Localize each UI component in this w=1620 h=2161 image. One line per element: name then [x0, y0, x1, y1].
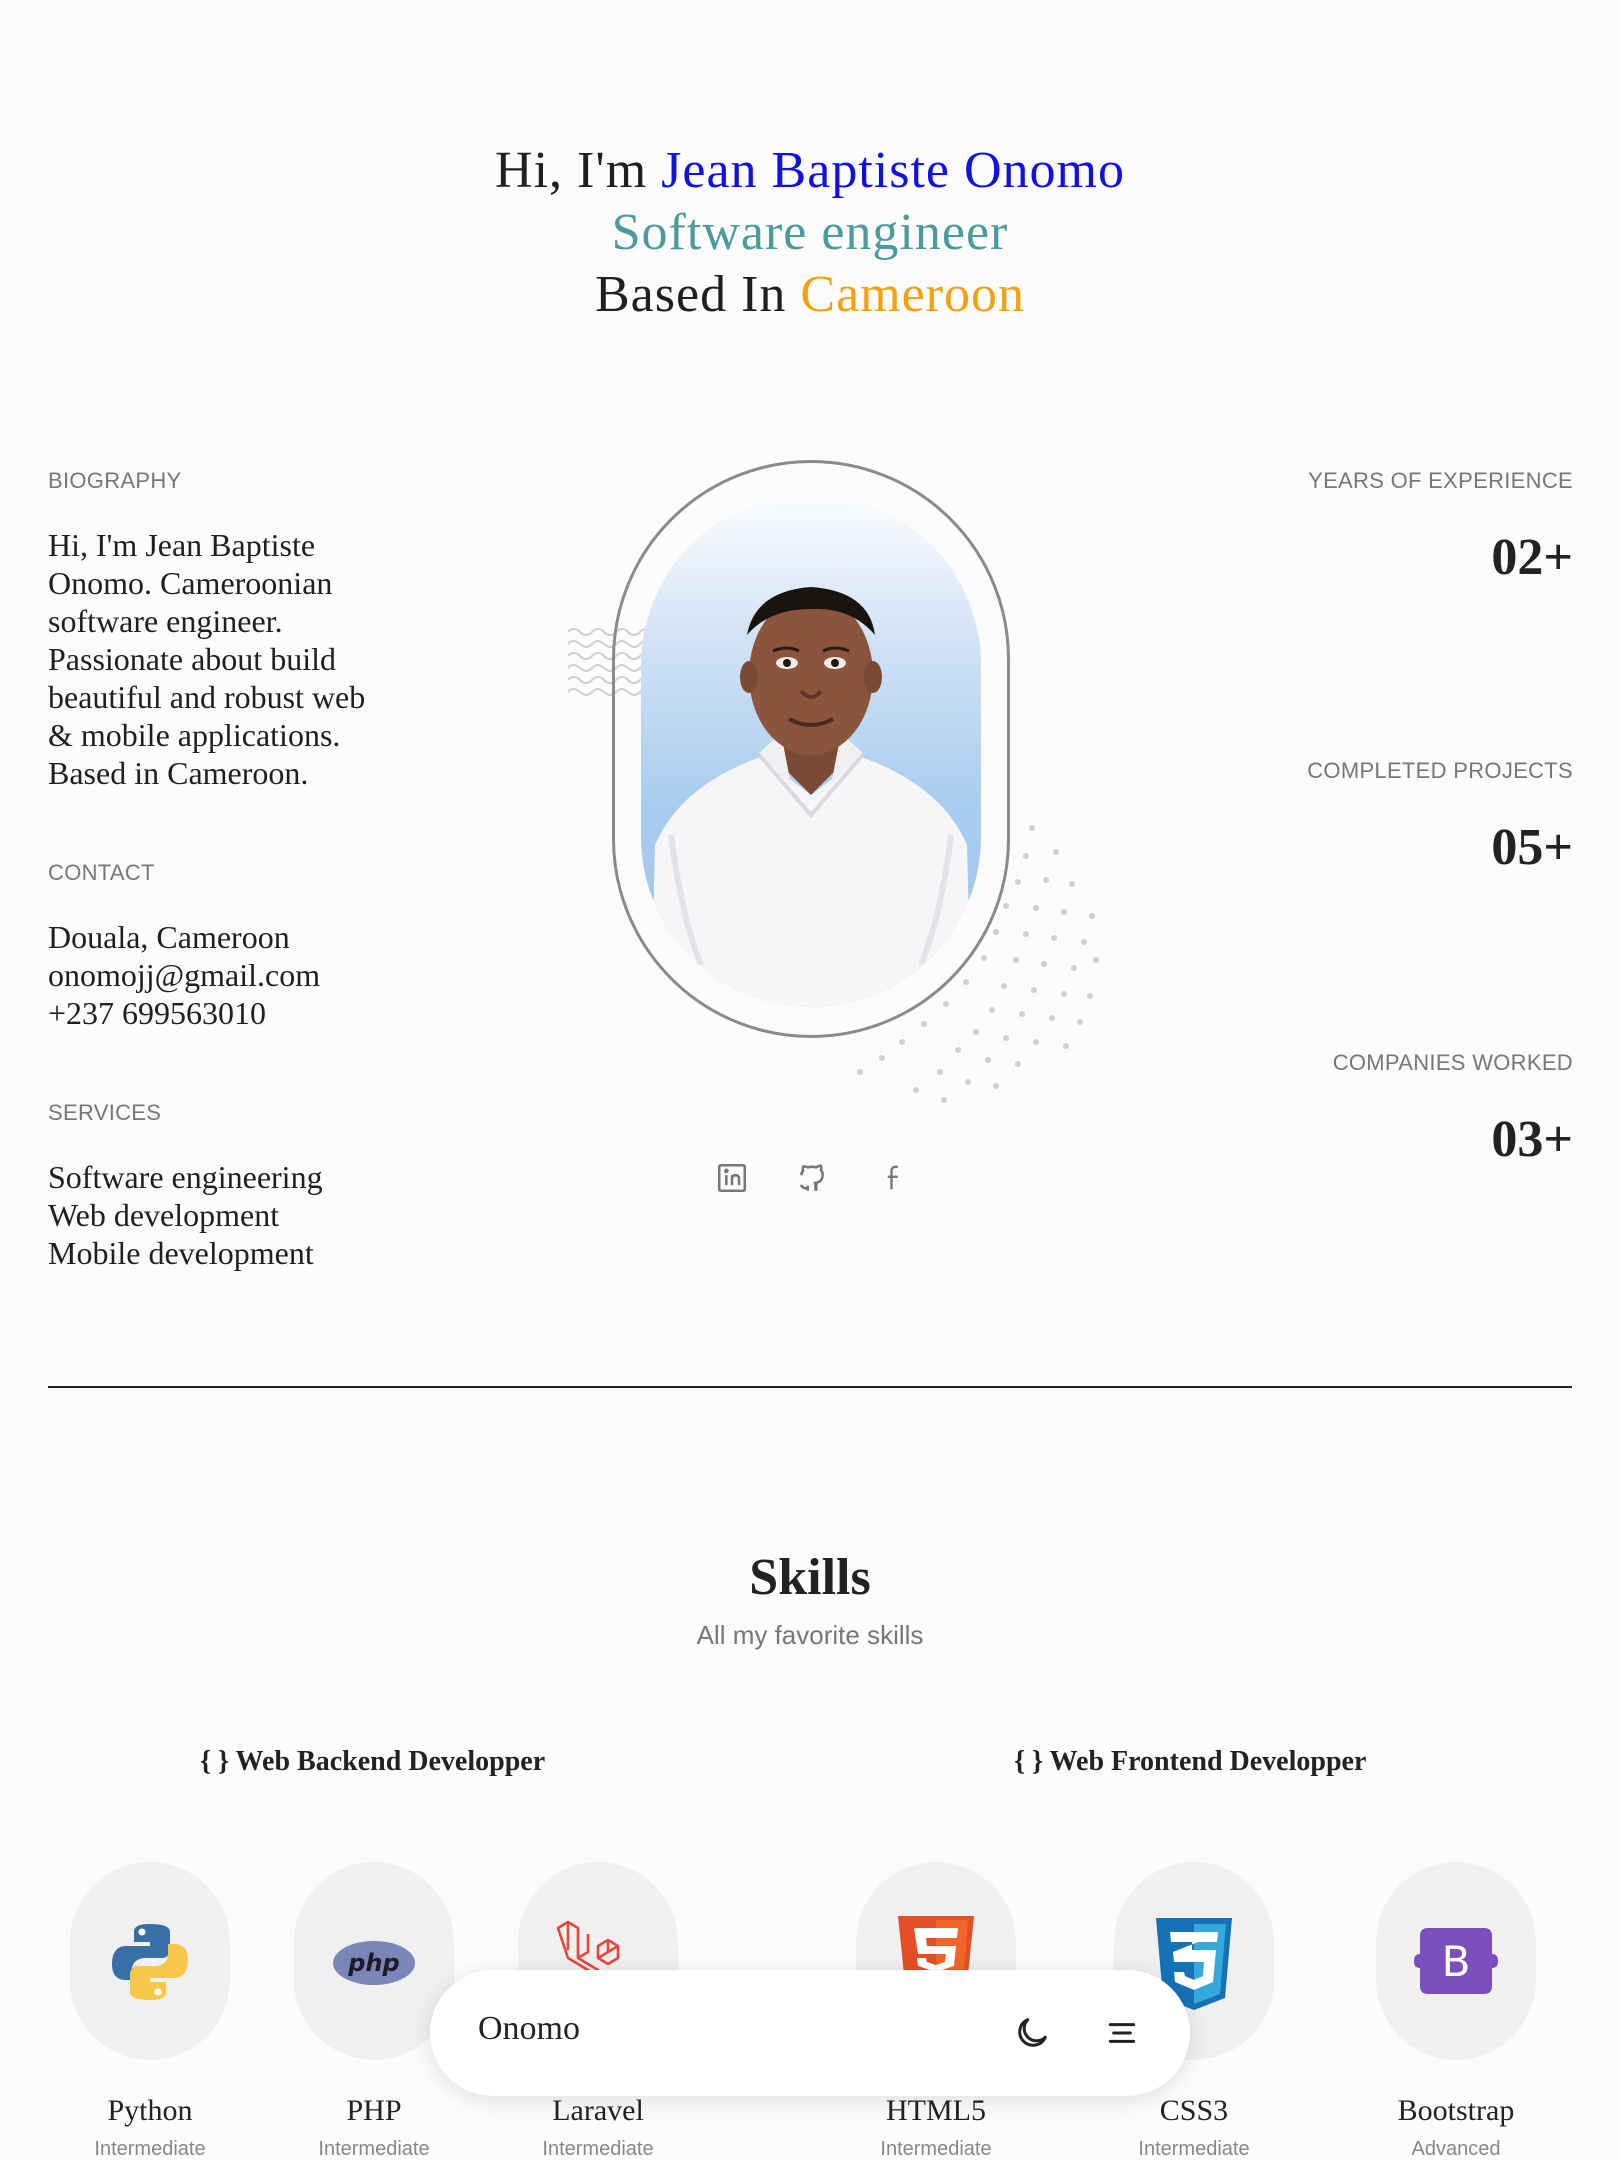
- biography-text: Hi, I'm Jean Baptiste Onomo. Cameroonian…: [48, 526, 468, 792]
- skill-name-bootstrap: Bootstrap: [1397, 2094, 1515, 2127]
- moon-icon[interactable]: [1012, 2013, 1052, 2053]
- contact-label: CONTACT: [48, 860, 155, 885]
- stat-years-label: YEARS OF EXPERIENCE: [1308, 468, 1573, 493]
- stat-projects-value: 05+: [1491, 819, 1573, 876]
- svg-text:B: B: [1442, 1937, 1471, 1986]
- service-item: Web development: [48, 1197, 280, 1233]
- facebook-icon[interactable]: [874, 1158, 914, 1198]
- hero-greeting: Hi, I'm: [495, 142, 662, 199]
- github-icon[interactable]: [792, 1158, 832, 1198]
- html5-icon: [898, 1916, 974, 1974]
- skills-category-frontend: { } Web Frontend Developper: [1014, 1746, 1367, 1777]
- navbar-brand[interactable]: Onomo: [478, 2010, 580, 2048]
- services-list: Software engineering Web development Mob…: [48, 1158, 468, 1272]
- biography-label: BIOGRAPHY: [48, 468, 182, 493]
- section-divider: [48, 1386, 1572, 1388]
- contact-phone[interactable]: +237 699563010: [48, 994, 468, 1032]
- skill-level-python: Intermediate: [94, 2138, 206, 2160]
- biography-line: Based in Cameroon.: [48, 755, 309, 791]
- biography-line: & mobile applications.: [48, 717, 341, 753]
- php-icon: php: [333, 1941, 415, 1985]
- stat-companies-value: 03+: [1491, 1111, 1573, 1168]
- biography-line: Hi, I'm Jean Baptiste: [48, 527, 316, 563]
- contact-info: Douala, Cameroon onomojj@gmail.com +237 …: [48, 918, 468, 1032]
- skill-level-php: Intermediate: [318, 2138, 430, 2160]
- biography-line: beautiful and robust web: [48, 679, 366, 715]
- hero-based-prefix: Based In: [594, 266, 801, 323]
- hero-country: Cameroon: [800, 266, 1025, 323]
- biography-line: Onomo. Cameroonian: [48, 565, 333, 601]
- service-item: Software engineering: [48, 1159, 323, 1195]
- skill-name-python: Python: [107, 2094, 193, 2127]
- laravel-icon: [556, 1920, 620, 1978]
- stat-companies-label: COMPANIES WORKED: [1332, 1050, 1573, 1075]
- hero-location-line: Based In Cameroon: [0, 264, 1620, 326]
- biography-line: Passionate about build: [48, 641, 336, 677]
- skill-name-php: PHP: [346, 2094, 402, 2127]
- menu-icon[interactable]: [1102, 2013, 1142, 2053]
- skill-name-laravel: Laravel: [552, 2094, 644, 2127]
- python-icon: [112, 1924, 188, 2000]
- skill-name-html5: HTML5: [886, 2094, 986, 2127]
- skills-title: Skills: [749, 1549, 871, 1606]
- stat-projects-label: COMPLETED PROJECTS: [1307, 758, 1573, 783]
- skills-subtitle: All my favorite skills: [696, 1620, 924, 1650]
- hero-greeting-line: Hi, I'm Jean Baptiste Onomo: [0, 140, 1620, 202]
- linkedin-icon[interactable]: [712, 1158, 752, 1198]
- profile-photo: [641, 495, 981, 1007]
- skill-card-python: [70, 1862, 230, 2060]
- biography-line: software engineer.: [48, 603, 283, 639]
- skill-level-laravel: Intermediate: [542, 2138, 654, 2160]
- bottom-navbar: Onomo: [430, 1970, 1190, 2096]
- service-item: Mobile development: [48, 1235, 314, 1271]
- hero-role: Software engineer: [611, 204, 1009, 261]
- contact-location: Douala, Cameroon: [48, 919, 290, 955]
- skill-name-css3: CSS3: [1159, 2094, 1229, 2127]
- contact-email[interactable]: onomojj@gmail.com: [48, 956, 468, 994]
- hero-name: Jean Baptiste Onomo: [661, 142, 1125, 199]
- skill-level-html5: Intermediate: [880, 2138, 992, 2160]
- skills-category-backend: { } Web Backend Developper: [200, 1746, 546, 1777]
- services-label: SERVICES: [48, 1100, 162, 1125]
- skill-level-css3: Intermediate: [1138, 2138, 1250, 2160]
- stat-years-value: 02+: [1491, 529, 1573, 586]
- svg-text:php: php: [347, 1949, 399, 1977]
- bootstrap-icon: B: [1414, 1928, 1498, 1994]
- skill-card-bootstrap: B: [1376, 1862, 1536, 2060]
- hero-heading: Hi, I'm Jean Baptiste Onomo Software eng…: [0, 140, 1620, 326]
- skill-level-bootstrap: Advanced: [1411, 2138, 1501, 2160]
